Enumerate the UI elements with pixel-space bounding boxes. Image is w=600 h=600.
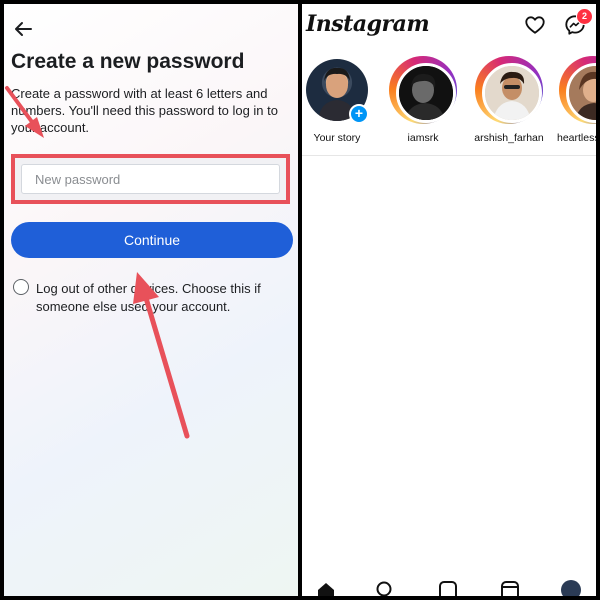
avatar-image	[399, 66, 453, 120]
story-ring	[475, 56, 543, 124]
story-item[interactable]: + Your story	[302, 56, 375, 150]
add-story-icon[interactable]: +	[349, 104, 369, 124]
password-field-highlight	[11, 154, 290, 204]
reels-icon[interactable]	[500, 580, 520, 596]
heart-icon[interactable]	[524, 14, 546, 36]
continue-button[interactable]: Continue	[11, 222, 293, 258]
story-ring	[389, 56, 457, 124]
story-item[interactable]: arshish_farhan	[471, 56, 547, 150]
search-icon[interactable]	[375, 580, 395, 596]
story-name: iamsrk	[407, 132, 439, 144]
story-ring	[559, 56, 596, 124]
profile-icon[interactable]	[561, 580, 581, 596]
story-item[interactable]: iamsrk	[385, 56, 461, 150]
logout-devices-radio[interactable]	[13, 279, 29, 295]
instagram-home-screen: Instagram 2 + Your story iamsrk arshish_…	[302, 4, 596, 596]
divider	[302, 155, 596, 156]
back-arrow-icon[interactable]	[12, 18, 34, 40]
story-item[interactable]: heartless	[555, 56, 596, 150]
avatar	[482, 63, 542, 123]
password-field-box	[21, 164, 280, 194]
password-reset-screen: Create a new password Create a password …	[4, 4, 298, 596]
story-name: Your story	[313, 132, 361, 144]
home-icon[interactable]	[316, 580, 336, 596]
page-title: Create a new password	[11, 50, 245, 73]
avatar-image	[569, 66, 596, 120]
story-name: heartless	[557, 132, 596, 144]
message-count-badge: 2	[576, 8, 593, 25]
avatar-image	[485, 66, 539, 120]
instagram-logo[interactable]: Instagram	[306, 11, 430, 37]
page-subtitle: Create a password with at least 6 letter…	[11, 86, 278, 135]
avatar	[566, 63, 596, 123]
logout-devices-label: Log out of other devices. Choose this if…	[36, 281, 261, 314]
new-password-input[interactable]	[22, 165, 279, 193]
bottom-nav	[302, 576, 596, 596]
avatar	[396, 63, 456, 123]
add-post-icon[interactable]	[438, 580, 458, 596]
story-name: arshish_farhan	[474, 132, 544, 144]
